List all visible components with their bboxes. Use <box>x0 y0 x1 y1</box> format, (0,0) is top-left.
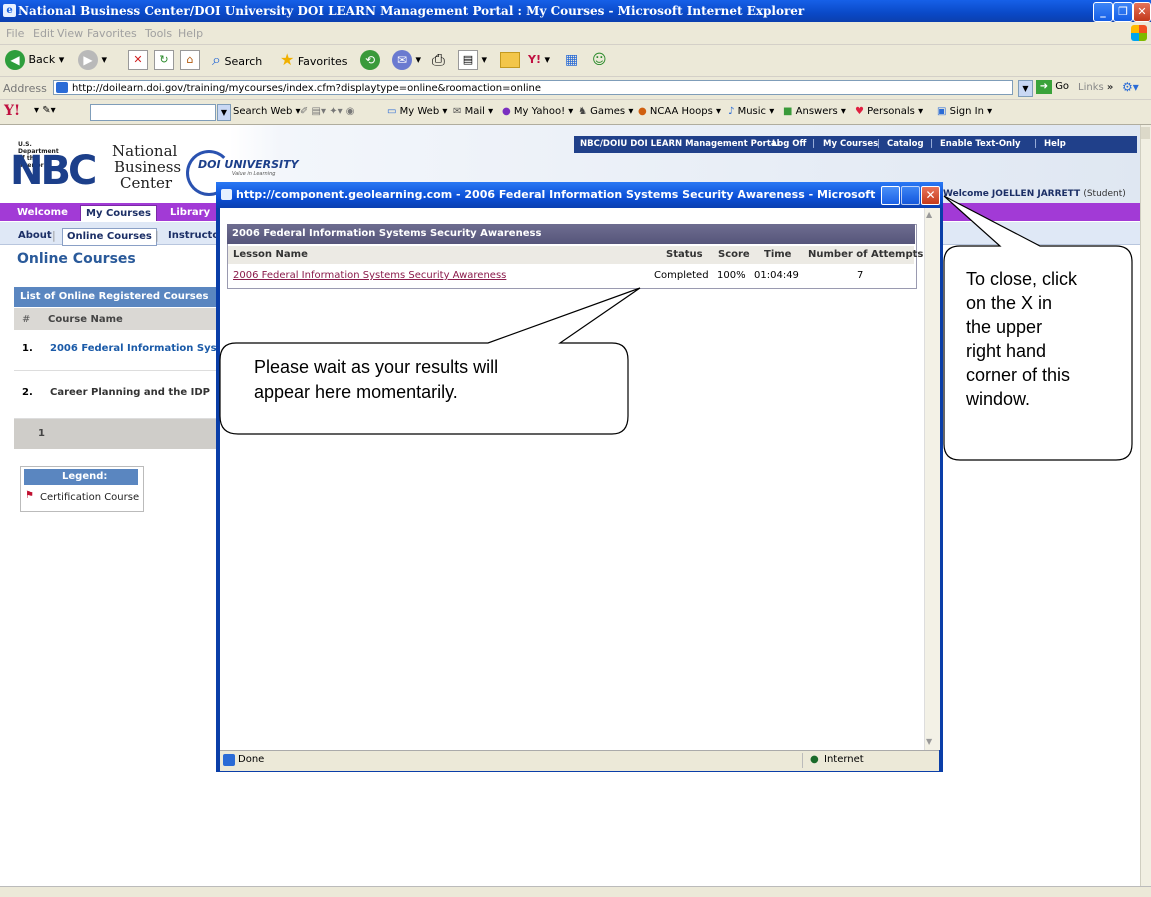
main-status-bar <box>0 886 1151 897</box>
wait-callout-text: Please wait as your results will appear … <box>254 357 499 402</box>
callout-shapes <box>219 195 1133 461</box>
close-callout-text: To close, click on the X in the upper ri… <box>966 269 1078 409</box>
